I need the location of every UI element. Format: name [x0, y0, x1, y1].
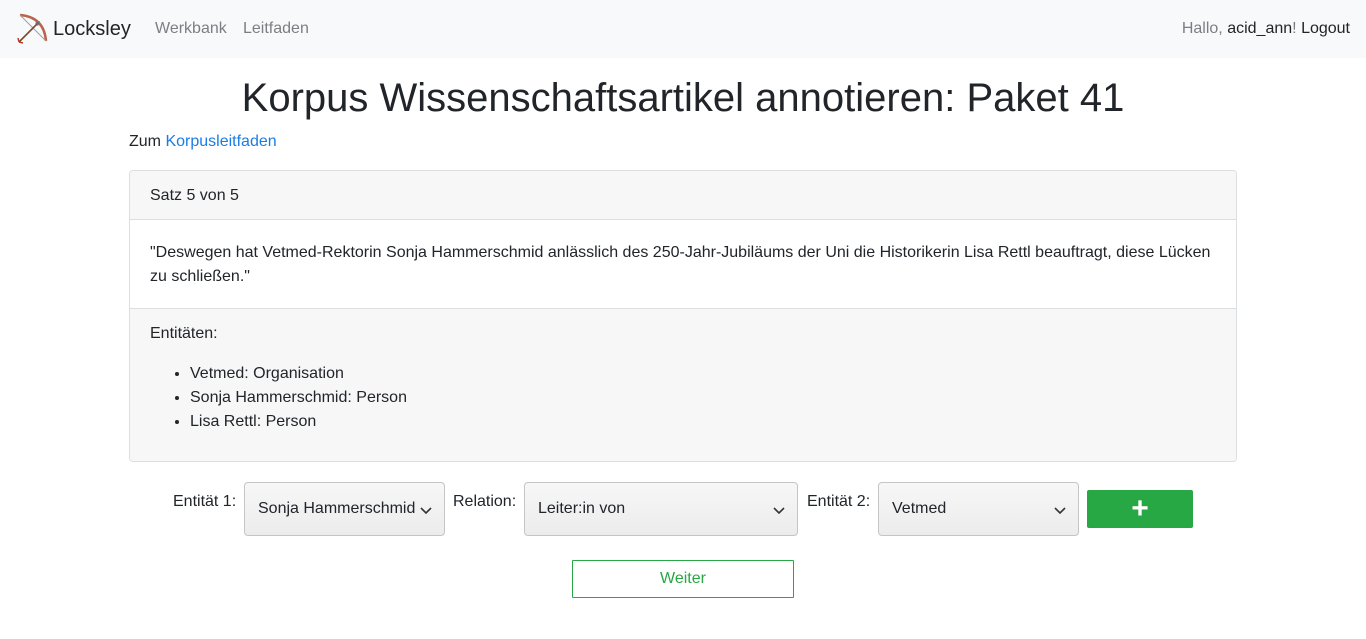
- guide-prefix: Zum: [129, 133, 161, 150]
- greeting-suffix: !: [1292, 20, 1297, 37]
- entities-label: Entitäten:: [150, 325, 218, 342]
- brand-home-link[interactable]: Locksley: [16, 13, 131, 45]
- top-navbar: Locksley Werkbank Leitfaden Hallo, acid_…: [0, 0, 1366, 58]
- plus-icon: +: [1131, 492, 1149, 525]
- sentence-text: "Deswegen hat Vetmed-Rektorin Sonja Hamm…: [150, 244, 1211, 285]
- entity-item: Lisa Rettl: Person: [190, 410, 407, 434]
- sentence-body: "Deswegen hat Vetmed-Rektorin Sonja Hamm…: [130, 220, 1236, 309]
- chevron-down-icon: [1054, 507, 1066, 515]
- relation-select[interactable]: Leiter:in von: [524, 482, 798, 536]
- entity1-value: Sonja Hammerschmid: [258, 500, 416, 517]
- entity1-select[interactable]: Sonja Hammerschmid: [244, 482, 445, 536]
- brand-name: Locksley: [53, 18, 131, 40]
- nav-link-leitfaden[interactable]: Leitfaden: [243, 19, 309, 39]
- guide-line: Zum Korpusleitfaden: [129, 132, 277, 152]
- entities-section: Entitäten: Vetmed: Organisation Sonja Ha…: [130, 309, 1236, 461]
- entity2-label: Entität 2:: [807, 493, 871, 510]
- entity-item: Vetmed: Organisation: [190, 362, 407, 386]
- entity-item: Sonja Hammerschmid: Person: [190, 386, 407, 410]
- relation-value: Leiter:in von: [538, 500, 626, 517]
- sentence-card: Satz 5 von 5 "Deswegen hat Vetmed-Rektor…: [129, 170, 1237, 462]
- entity2-select[interactable]: Vetmed: [878, 482, 1079, 536]
- corpus-guide-link[interactable]: Korpusleitfaden: [165, 133, 276, 150]
- username: acid_ann: [1227, 20, 1293, 37]
- chevron-down-icon: [420, 507, 432, 515]
- relation-label: Relation:: [453, 493, 517, 510]
- sentence-counter: Satz 5 von 5: [130, 171, 1236, 220]
- entities-list: Vetmed: Organisation Sonja Hammerschmid:…: [190, 362, 407, 434]
- chevron-down-icon: [773, 507, 785, 515]
- page-title: Korpus Wissenschaftsartikel annotieren: …: [241, 76, 1125, 120]
- greeting-prefix: Hallo,: [1181, 20, 1228, 37]
- next-button[interactable]: Weiter: [572, 560, 794, 598]
- entity1-label: Entität 1:: [173, 493, 237, 510]
- user-greeting: Hallo, acid_ann! Logout: [1182, 19, 1350, 39]
- bow-and-arrow-icon: [17, 13, 48, 44]
- logout-link[interactable]: Logout: [1301, 20, 1350, 37]
- add-relation-button[interactable]: +: [1087, 490, 1193, 528]
- nav-link-werkbank[interactable]: Werkbank: [155, 19, 227, 39]
- entity2-value: Vetmed: [892, 500, 947, 517]
